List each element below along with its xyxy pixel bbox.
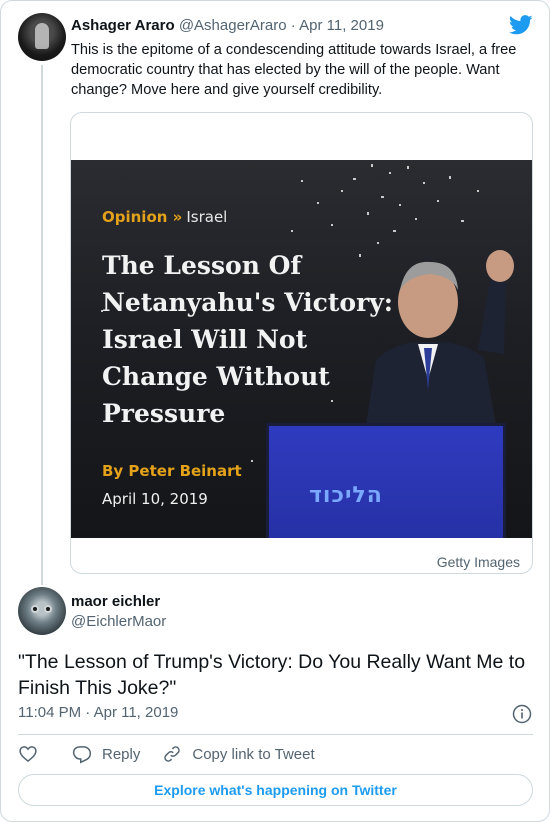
parent-author-handle[interactable]: @AshagerAraro (179, 17, 287, 34)
parent-tweet-header: Ashager Araro @AshagerAraro · Apr 11, 20… (71, 17, 384, 34)
thread-connector-line (41, 65, 43, 585)
category-label: Israel (186, 208, 228, 226)
reply-tweet-text: "The Lesson of Trump's Victory: Do You R… (18, 651, 526, 699)
embedded-tweet-card: Ashager Araro @AshagerAraro · Apr 11, 20… (0, 0, 550, 822)
article-byline: By Peter Beinart (102, 462, 242, 480)
avatar-ashager-araro[interactable] (18, 13, 66, 61)
reply-author-handle[interactable]: @EichlerMaor (71, 613, 166, 630)
reply-author-name[interactable]: maor eichler (71, 593, 160, 610)
article-image: הליכוד Opinion » Israel The Lesson Of Net… (71, 160, 532, 538)
article-date: April 10, 2019 (102, 490, 208, 508)
article-headline: The Lesson Of Netanyahu's Victory: Israe… (102, 251, 394, 428)
divider (18, 734, 533, 735)
reply-label: Reply (102, 745, 141, 763)
image-credit: Getty Images (436, 554, 520, 570)
parent-tweet-date[interactable]: Apr 11, 2019 (299, 17, 384, 34)
avatar-maor-eichler[interactable] (18, 587, 66, 635)
tweet-actions: Reply Copy link to Tweet (18, 743, 315, 765)
reply-button[interactable]: Reply (72, 744, 140, 764)
like-button[interactable] (18, 744, 38, 764)
heart-icon (19, 746, 37, 763)
reply-timestamp[interactable]: 11:04 PM · Apr 11, 2019 (18, 704, 178, 721)
twitter-bird-icon[interactable] (509, 15, 533, 35)
article-section-label: Opinion » Israel (102, 208, 227, 226)
copy-link-label: Copy link to Tweet (192, 745, 315, 763)
reply-icon (72, 746, 92, 764)
link-icon (164, 746, 181, 762)
section-label: Opinion » (102, 208, 183, 226)
tweet-media-card[interactable]: הליכוד Opinion » Israel The Lesson Of Net… (70, 112, 533, 574)
explore-twitter-button[interactable]: Explore what's happening on Twitter (18, 774, 533, 806)
copy-link-button[interactable]: Copy link to Tweet (162, 744, 315, 764)
parent-tweet-text: This is the epitome of a condescending a… (71, 42, 517, 98)
header-separator: · (290, 17, 296, 34)
parent-author-name[interactable]: Ashager Araro (71, 17, 175, 34)
info-icon[interactable] (512, 704, 532, 724)
podium-logo-text: הליכוד (309, 483, 383, 508)
podium: הליכוד (266, 423, 506, 538)
